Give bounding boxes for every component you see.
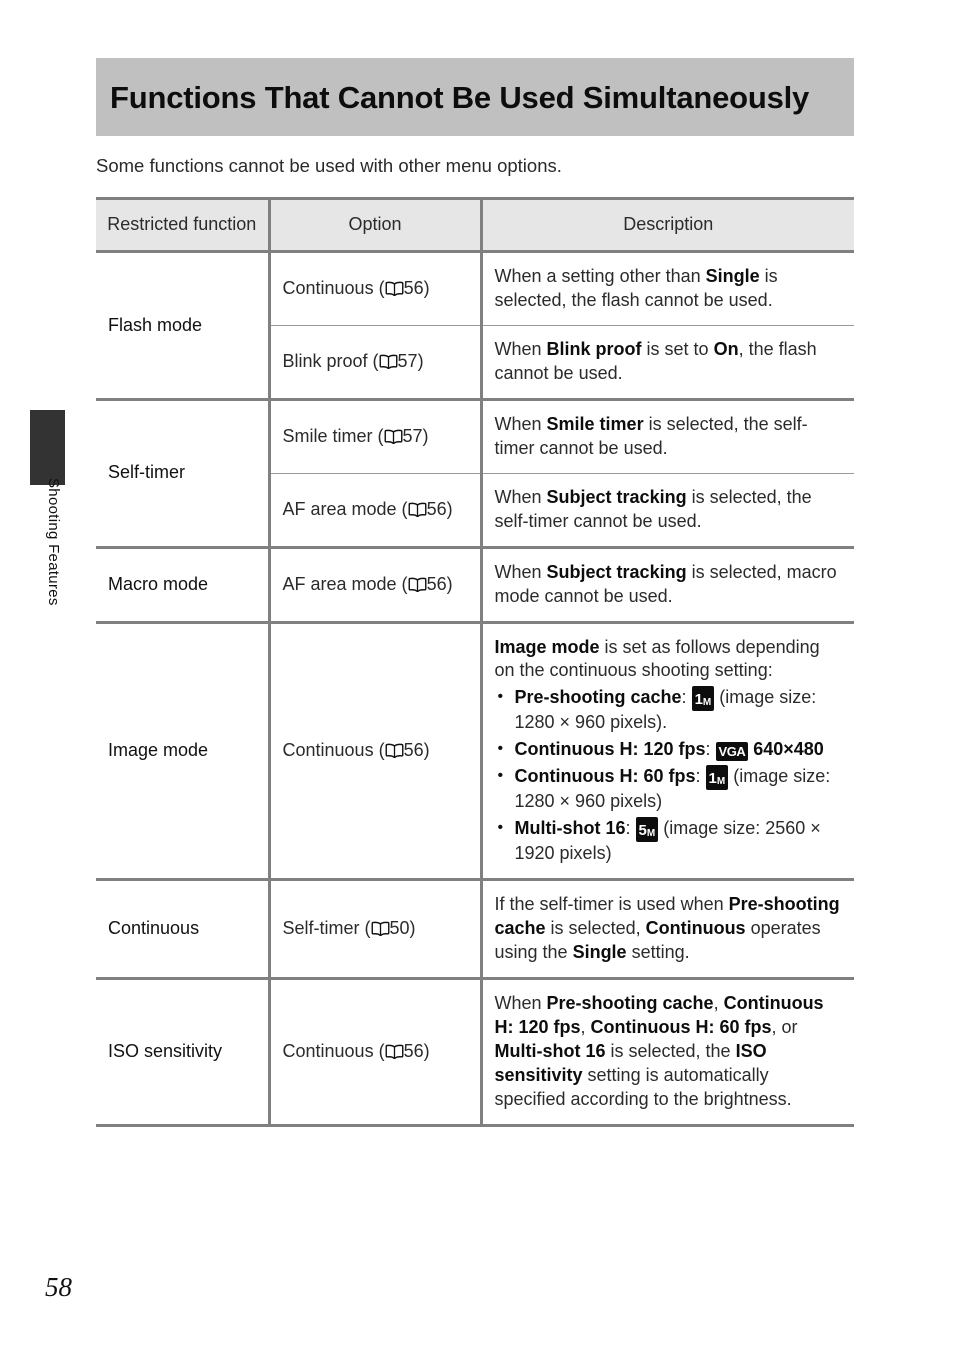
option-label: AF area mode (	[282, 573, 408, 594]
option-label: Continuous (	[282, 739, 385, 760]
cell-description: When Subject tracking is selected, macro…	[479, 545, 854, 623]
cell-description: If the self-timer is used when Pre-shoot…	[479, 878, 854, 979]
cell-option: Self-timer ( 50)	[267, 878, 481, 979]
cell-restricted-function: Self-timer	[96, 397, 269, 548]
page-number: 58	[45, 1272, 72, 1302]
image-size-badge-5m: 5M	[635, 817, 659, 843]
cell-restricted-function: Flash mode	[96, 250, 269, 400]
cell-description: When a setting other than Single is sele…	[479, 250, 854, 327]
cell-description: When Subject tracking is selected, the s…	[479, 473, 854, 548]
open-book-icon	[385, 279, 404, 297]
cell-option: Continuous ( 56)	[267, 620, 481, 881]
open-book-icon	[379, 352, 398, 370]
image-size-badge-1m: 1M	[691, 686, 715, 712]
image-size-badge-vga: VGA	[715, 742, 749, 762]
image-size-badge-1m: 1M	[705, 765, 729, 791]
open-book-icon	[385, 741, 404, 758]
cell-description: When Pre-shooting cache, Continuous H: 1…	[479, 976, 854, 1127]
cell-option: Continuous ( 56)	[267, 250, 481, 327]
badge-number: 1	[708, 770, 717, 788]
column-header-description: Description	[479, 197, 854, 254]
option-page-ref: 57)	[402, 425, 429, 446]
table-header-row: Restricted function Option Description	[96, 197, 854, 254]
image-mode-term: Image mode	[494, 636, 600, 657]
table-row: Flash mode Continuous ( 56) When a settin…	[96, 250, 854, 400]
list-item: Pre-shooting cache: 1M (image size: 1280…	[498, 686, 843, 735]
option-page-ref: 56)	[403, 278, 430, 299]
bullet-label: Multi-shot 16	[514, 818, 626, 839]
table-row: Continuous Self-timer ( 50) If the self-t…	[96, 878, 854, 979]
page-content: Functions That Cannot Be Used Simultaneo…	[96, 0, 854, 1127]
open-book-icon	[371, 919, 390, 937]
cell-restricted-function: Macro mode	[96, 545, 269, 623]
table-row: Image mode Continuous ( 56) Image mode is…	[96, 620, 854, 881]
option-label: Blink proof (	[282, 351, 379, 372]
cell-description: Image mode is set as follows depending o…	[479, 620, 854, 881]
option-page-ref: 56)	[403, 739, 430, 760]
list-item: Continuous H: 120 fps: VGA 640×480	[498, 738, 843, 762]
badge-number: 1	[694, 691, 703, 709]
option-page-ref: 57)	[397, 351, 424, 372]
open-book-icon	[408, 575, 427, 592]
option-label: AF area mode (	[282, 498, 408, 519]
option-page-ref: 50)	[389, 918, 416, 939]
open-book-icon	[408, 500, 427, 517]
page-title: Functions That Cannot Be Used Simultaneo…	[110, 80, 810, 115]
restricted-functions-table: Restricted function Option Description F…	[96, 197, 854, 1127]
cell-option: Smile timer ( 57)	[267, 397, 481, 474]
open-book-icon	[385, 1042, 404, 1059]
option-label: Smile timer (	[282, 425, 384, 446]
open-book-icon	[384, 427, 403, 444]
intro-paragraph: Some functions cannot be used with other…	[96, 154, 562, 176]
page-title-band: Functions That Cannot Be Used Simultaneo…	[96, 58, 854, 136]
table-row: Macro mode AF area mode ( 56) When Subjec…	[96, 545, 854, 623]
badge-unit: M	[716, 776, 726, 788]
table-row: ISO sensitivity Continuous ( 56) When Pre…	[96, 976, 854, 1127]
column-header-restricted-function: Restricted function	[96, 197, 269, 254]
bullet-label: Continuous H: 60 fps	[514, 766, 696, 787]
cell-description: When Blink proof is set to On, the flash…	[479, 325, 854, 400]
option-page-ref: 56)	[426, 573, 453, 594]
option-label: Self-timer (	[282, 918, 371, 939]
cell-restricted-function: ISO sensitivity	[96, 976, 269, 1127]
badge-unit: M	[646, 828, 656, 840]
badge-number: 5	[638, 822, 647, 840]
option-label: Continuous (	[282, 1040, 385, 1061]
cell-restricted-function: Continuous	[96, 878, 269, 979]
option-page-ref: 56)	[426, 498, 453, 519]
table-row: Self-timer Smile timer ( 57) When Smile t…	[96, 397, 854, 548]
cell-description: When Smile timer is selected, the self-t…	[479, 397, 854, 474]
option-page-ref: 56)	[403, 1040, 430, 1061]
chapter-running-head: Shooting Features	[45, 478, 62, 606]
list-item: Continuous H: 60 fps: 1M (image size: 12…	[498, 765, 843, 814]
image-mode-bullet-list: Pre-shooting cache: 1M (image size: 1280…	[495, 686, 843, 866]
list-item: Multi-shot 16: 5M (image size: 2560 × 19…	[498, 817, 843, 866]
cell-option: AF area mode ( 56)	[267, 473, 481, 548]
chapter-tab-marker	[30, 410, 65, 485]
cell-restricted-function: Image mode	[96, 620, 269, 881]
option-label: Continuous (	[282, 278, 385, 299]
cell-option: Continuous ( 56)	[267, 976, 481, 1127]
cell-option: Blink proof ( 57)	[267, 325, 481, 400]
bullet-label: Pre-shooting cache	[514, 687, 682, 708]
bullet-detail-bold: 640×480	[753, 739, 824, 760]
cell-option: AF area mode ( 56)	[267, 545, 481, 623]
bullet-label: Continuous H: 120 fps	[514, 739, 706, 760]
column-header-option: Option	[267, 197, 481, 254]
badge-unit: M	[702, 697, 712, 709]
